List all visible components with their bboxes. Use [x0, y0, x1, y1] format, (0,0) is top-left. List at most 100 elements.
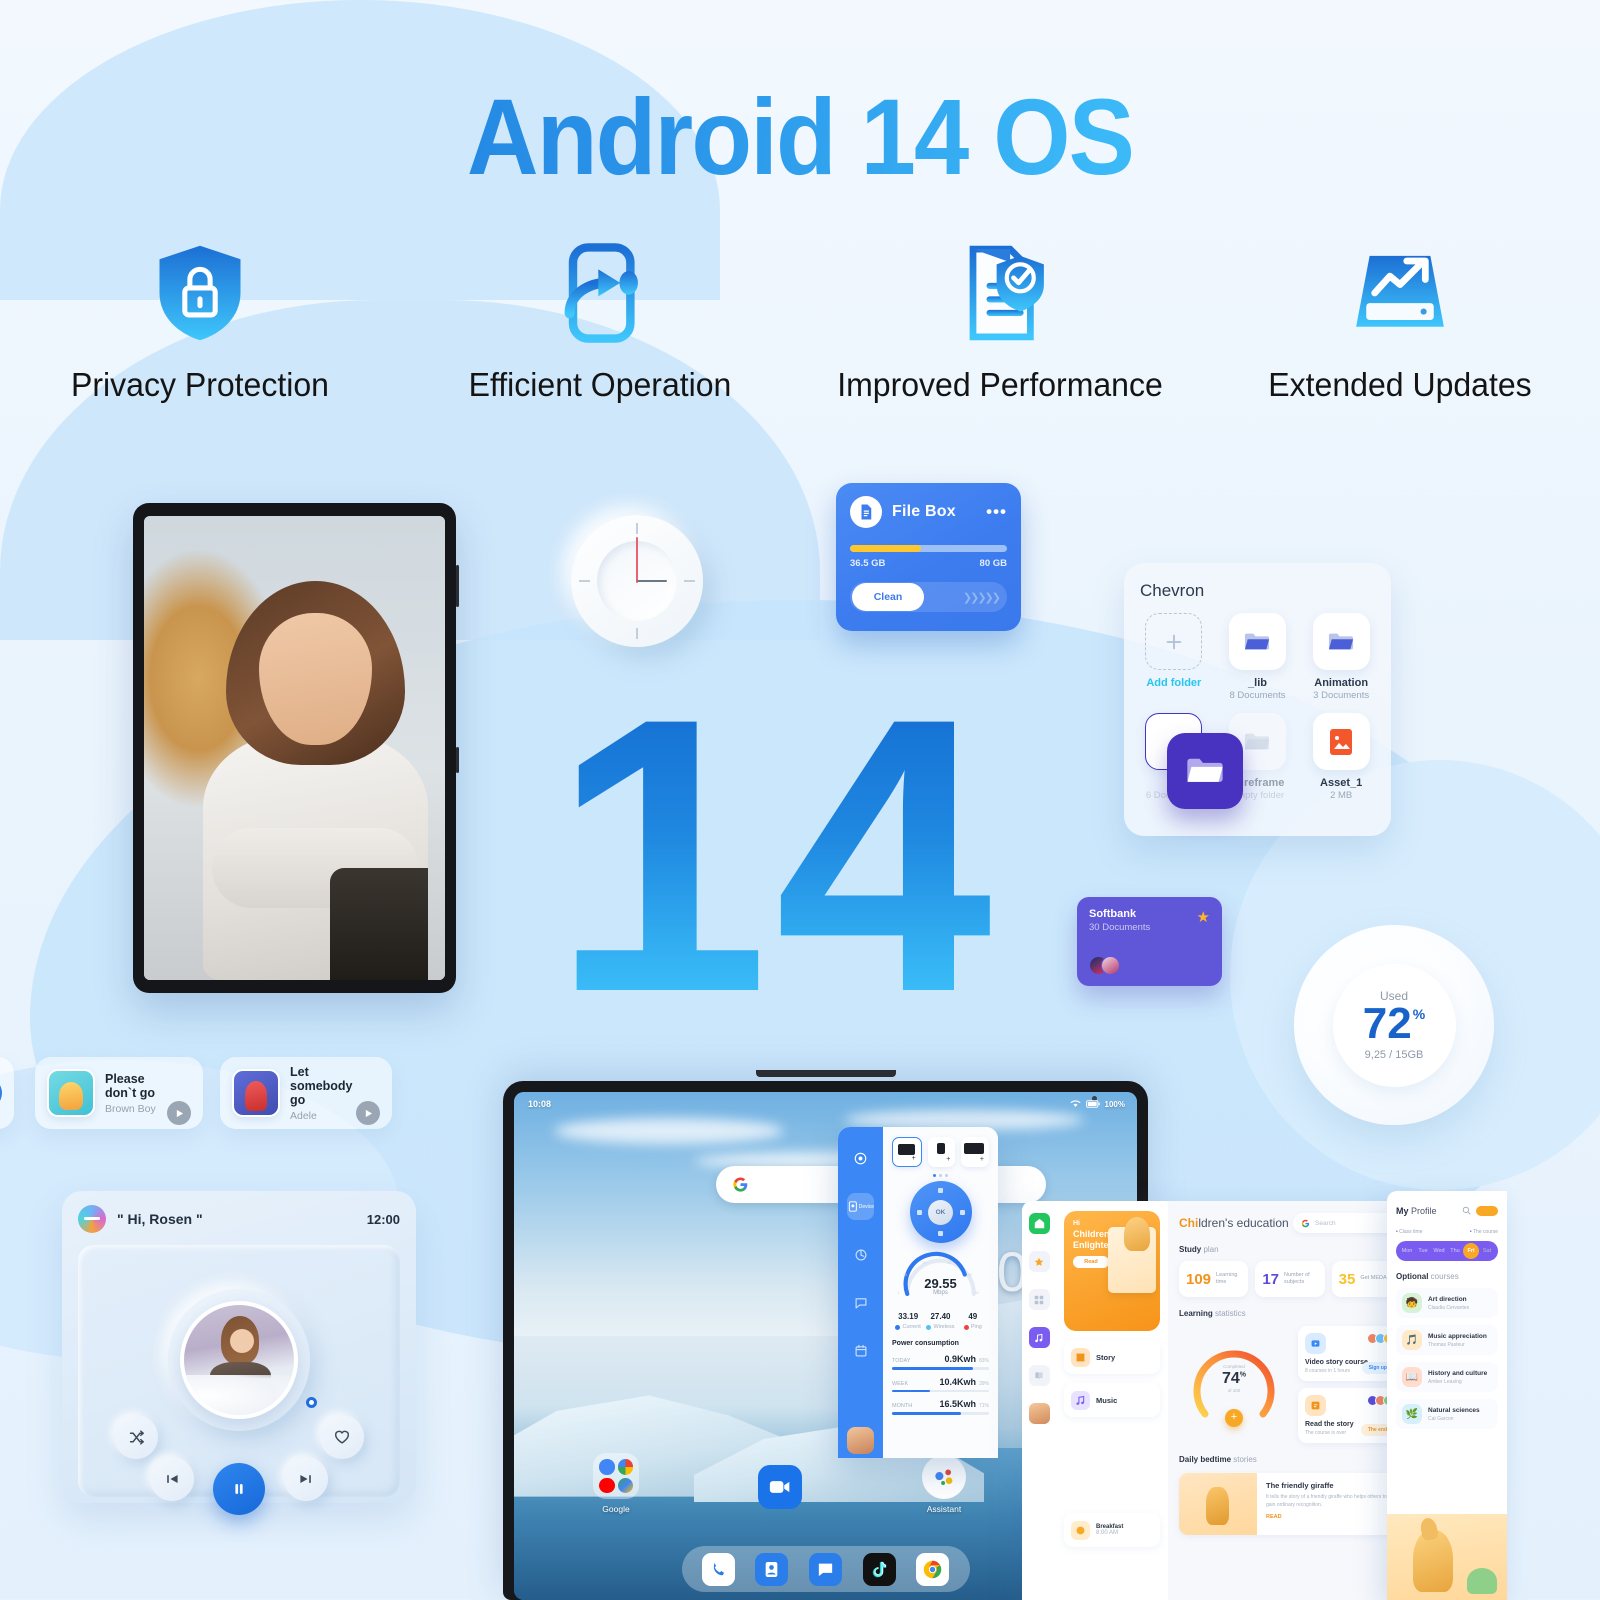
shuffle-button[interactable] — [114, 1415, 158, 1459]
plus-icon[interactable] — [1145, 613, 1203, 670]
profile-illustration — [1387, 1514, 1507, 1600]
dragged-folder-icon[interactable] — [1167, 733, 1243, 809]
story-icon — [1071, 1347, 1090, 1367]
side-item-story[interactable]: Story — [1064, 1340, 1160, 1374]
volume-button[interactable] — [456, 565, 459, 607]
music-player-card: " Hi, Rosen " 12:00 — [62, 1191, 416, 1515]
search-icon[interactable] — [1462, 1202, 1471, 1220]
folder-cell-asset1[interactable]: Asset_1 2 MB — [1307, 713, 1375, 801]
device-card[interactable]: + — [892, 1137, 922, 1167]
contacts-icon[interactable] — [755, 1552, 789, 1586]
clean-button[interactable]: Clean — [852, 583, 924, 611]
list-item[interactable] — [0, 1057, 14, 1129]
folder-name: Animation — [1314, 677, 1369, 689]
course-card[interactable]: Video story course 8 courses in 1 hours … — [1298, 1326, 1401, 1381]
carousel-dots[interactable] — [892, 1174, 989, 1177]
player-greeting: " Hi, Rosen " — [117, 1211, 203, 1227]
day-selector[interactable]: Mon Tue Wed Thu Fri Sat — [1396, 1241, 1498, 1261]
previous-track-button[interactable] — [150, 1457, 194, 1501]
chrome-icon[interactable] — [916, 1552, 950, 1586]
tiktok-icon[interactable] — [862, 1552, 896, 1586]
tab-class-time[interactable]: • Class time — [1396, 1229, 1423, 1235]
remote-control-widget[interactable]: OK — [909, 1181, 972, 1243]
play-icon[interactable] — [356, 1101, 380, 1125]
softbank-card[interactable]: Softbank 30 Documents ★ — [1077, 897, 1222, 986]
like-heart-button[interactable] — [320, 1415, 364, 1459]
star-icon[interactable]: ★ — [1197, 908, 1210, 926]
sidebar-item-avatar[interactable] — [1028, 1403, 1050, 1424]
sidebar-item-book[interactable] — [1028, 1365, 1050, 1386]
progress-knob[interactable] — [306, 1397, 317, 1408]
sidebar-item-settings[interactable] — [847, 1145, 874, 1172]
next-track-button[interactable] — [284, 1457, 328, 1501]
add-button[interactable]: + — [1225, 1409, 1243, 1427]
day-mon[interactable]: Mon — [1399, 1248, 1415, 1254]
course-avatar: 🌿 — [1402, 1404, 1422, 1424]
device-card[interactable]: + — [927, 1137, 956, 1167]
chevron-folder-panel: Chevron Add folder _lib 8 Documents Anim… — [1124, 563, 1391, 836]
pause-button[interactable] — [213, 1463, 265, 1515]
feature-label: Improved Performance — [837, 366, 1163, 403]
kpi-row: 109 Learning time 17 Number of subjects … — [1179, 1261, 1401, 1297]
side-item-music[interactable]: Music — [1064, 1383, 1160, 1417]
list-item[interactable]: Please don`t go Brown Boy — [35, 1057, 203, 1129]
promo-card[interactable]: Hi Children's Enlightenment Read — [1064, 1211, 1160, 1331]
list-item[interactable]: Let somebody go Adele — [220, 1057, 392, 1129]
folder-cell-animation[interactable]: Animation 3 Documents — [1307, 613, 1375, 701]
google-logo-icon — [1301, 1219, 1310, 1227]
day-sat[interactable]: Sat — [1479, 1248, 1495, 1254]
profile-panel: My Profile • Class time • The course Mon… — [1387, 1191, 1507, 1600]
folder-icon — [1312, 613, 1370, 670]
folder-cell-lib[interactable]: _lib 8 Documents — [1224, 613, 1292, 701]
kpi-card[interactable]: 109 Learning time — [1179, 1261, 1249, 1297]
tab-course[interactable]: • The course — [1470, 1229, 1498, 1235]
sidebar-item-home[interactable] — [1028, 1213, 1050, 1234]
folder-icon — [593, 1453, 639, 1499]
study-plan-title: Study plan — [1179, 1245, 1219, 1254]
read-link[interactable]: READ — [1266, 1514, 1393, 1520]
sidebar-item-music[interactable] — [1028, 1327, 1050, 1348]
page-title: Android 14 OS — [64, 77, 1536, 197]
promo-button[interactable]: Read — [1073, 1255, 1109, 1268]
power-button[interactable] — [456, 747, 459, 773]
file-box-document-icon — [850, 496, 882, 528]
day-fri[interactable]: Fri — [1463, 1243, 1479, 1259]
document-shield-check-icon — [800, 238, 1200, 348]
list-item[interactable]: 🌿 Natural sciences Cat Garcon — [1396, 1399, 1498, 1429]
day-thu[interactable]: Thu — [1447, 1248, 1463, 1254]
list-item[interactable]: 📖 History and culture Amber Leasing — [1396, 1362, 1498, 1392]
kpi-card[interactable]: 17 Number of subjects — [1255, 1261, 1325, 1297]
sidebar-item-stats[interactable] — [847, 1241, 874, 1268]
dashboard-content: + + + OK 1 10 20 30 40 50 29.55 Mbps 33.… — [883, 1127, 998, 1458]
sidebar-item-grid[interactable] — [1028, 1289, 1050, 1310]
profile-action-button[interactable] — [1476, 1206, 1498, 1216]
play-icon[interactable] — [167, 1101, 191, 1125]
ok-button[interactable]: OK — [928, 1199, 953, 1225]
status-bar-time: 10:08 — [528, 1099, 552, 1109]
list-item[interactable]: 🧒 Art direction Claudia Cervantes — [1396, 1288, 1498, 1318]
story-card[interactable]: The friendly giraffe It tells the story … — [1179, 1473, 1401, 1535]
day-tue[interactable]: Tue — [1415, 1248, 1431, 1254]
day-wed[interactable]: Wed — [1431, 1248, 1447, 1254]
power-consumption-title: Power consumption — [892, 1340, 959, 1347]
sidebar-item-profile[interactable] — [847, 1427, 874, 1454]
add-folder-cell[interactable]: Add folder — [1140, 613, 1208, 701]
list-item[interactable]: 🎵 Music appreciation Thomas Pasteur — [1396, 1325, 1498, 1355]
file-box-menu-button[interactable]: ••• — [986, 503, 1007, 520]
app-assistant[interactable]: Assistant — [898, 1455, 990, 1514]
sidebar-item-messages[interactable] — [847, 1289, 874, 1316]
side-item-breakfast[interactable]: Breakfast 8:00 AM — [1064, 1513, 1160, 1547]
messages-icon[interactable] — [808, 1552, 842, 1586]
file-box-card[interactable]: File Box ••• 36.5 GB 80 GB Clean ❯❯❯❯❯ — [836, 483, 1021, 631]
feature-row: Privacy Protection Efficient Operation I… — [0, 238, 1600, 404]
app-meet[interactable] — [734, 1465, 826, 1514]
phone-icon[interactable] — [701, 1552, 735, 1586]
song-artist: Brown Boy — [105, 1102, 156, 1115]
device-card[interactable]: + — [961, 1137, 990, 1167]
sidebar-item-calendar[interactable] — [847, 1337, 874, 1364]
search-input[interactable]: Search — [1293, 1213, 1401, 1233]
sidebar-item-star[interactable] — [1028, 1251, 1050, 1272]
sidebar-item-devices[interactable]: Device — [847, 1193, 874, 1220]
app-folder-google[interactable]: Google — [570, 1453, 662, 1514]
course-card[interactable]: Read the story The course is over The en… — [1298, 1388, 1401, 1443]
